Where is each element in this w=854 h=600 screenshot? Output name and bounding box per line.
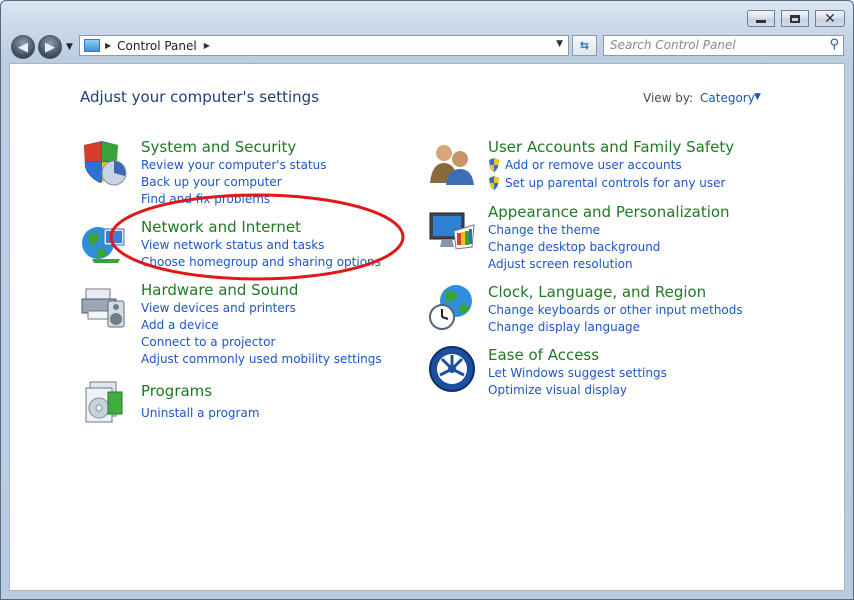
link-parental-controls[interactable]: Set up parental controls for any user — [505, 176, 725, 190]
view-by-label: View by: — [643, 91, 694, 105]
printer-speaker-icon[interactable] — [80, 281, 128, 329]
link-display-language[interactable]: Change display language — [488, 320, 640, 334]
link-optimize-display[interactable]: Optimize visual display — [488, 383, 627, 397]
breadcrumb-separator-icon[interactable]: ▶ — [105, 41, 111, 50]
breadcrumb-separator-icon[interactable]: ▶ — [204, 41, 210, 50]
search-icon[interactable]: ⚲ — [829, 37, 839, 52]
close-button[interactable]: ✕ — [815, 10, 845, 27]
category-system-security[interactable]: System and Security — [141, 138, 296, 156]
monitor-palette-icon[interactable] — [428, 207, 476, 255]
uac-shield-icon — [489, 176, 499, 190]
category-appearance[interactable]: Appearance and Personalization — [488, 203, 730, 221]
close-icon: ✕ — [824, 10, 836, 27]
user-accounts-icon[interactable] — [428, 139, 476, 187]
recent-pages-dropdown[interactable]: ▼ — [66, 42, 73, 52]
minimize-button[interactable] — [747, 10, 775, 27]
page-title: Adjust your computer's settings — [80, 88, 320, 106]
globe-clock-icon[interactable] — [428, 283, 476, 331]
link-screen-resolution[interactable]: Adjust screen resolution — [488, 257, 633, 271]
network-globe-icon[interactable] — [80, 219, 128, 267]
link-network-status[interactable]: View network status and tasks — [141, 238, 324, 252]
category-clock-language[interactable]: Clock, Language, and Region — [488, 283, 706, 301]
arrow-left-icon: ◀ — [18, 39, 28, 55]
view-by-dropdown[interactable]: Category — [700, 91, 755, 105]
address-bar[interactable]: ▶ Control Panel ▶ ▼ — [79, 35, 569, 56]
search-input[interactable]: Search Control Panel ⚲ — [603, 35, 844, 56]
shield-chart-icon[interactable] — [80, 139, 128, 187]
breadcrumb-control-panel[interactable]: Control Panel — [117, 39, 197, 53]
uac-shield-icon — [489, 158, 499, 172]
category-network-internet[interactable]: Network and Internet — [141, 218, 301, 236]
link-change-keyboards[interactable]: Change keyboards or other input methods — [488, 303, 743, 317]
programs-icon[interactable] — [80, 378, 128, 426]
category-programs[interactable]: Programs — [141, 382, 212, 400]
address-dropdown-icon[interactable]: ▼ — [556, 39, 563, 49]
maximize-button[interactable] — [781, 10, 809, 27]
link-change-theme[interactable]: Change the theme — [488, 223, 600, 237]
link-uninstall-program[interactable]: Uninstall a program — [141, 406, 260, 420]
ease-of-access-icon[interactable] — [428, 345, 476, 393]
link-connect-projector[interactable]: Connect to a projector — [141, 335, 275, 349]
refresh-icon: ⇆ — [579, 39, 590, 52]
category-ease-of-access[interactable]: Ease of Access — [488, 346, 599, 364]
link-back-up[interactable]: Back up your computer — [141, 175, 282, 189]
arrow-right-icon: ▶ — [45, 39, 55, 55]
link-add-remove-accounts[interactable]: Add or remove user accounts — [505, 158, 682, 172]
link-desktop-background[interactable]: Change desktop background — [488, 240, 660, 254]
link-suggest-settings[interactable]: Let Windows suggest settings — [488, 366, 667, 380]
forward-button[interactable]: ▶ — [38, 35, 62, 59]
link-devices-printers[interactable]: View devices and printers — [141, 301, 296, 315]
link-find-fix[interactable]: Find and fix problems — [141, 192, 270, 206]
category-user-accounts[interactable]: User Accounts and Family Safety — [488, 138, 734, 156]
category-hardware-sound[interactable]: Hardware and Sound — [141, 281, 298, 299]
control-panel-icon — [84, 39, 100, 52]
link-review-status[interactable]: Review your computer's status — [141, 158, 327, 172]
refresh-button[interactable]: ⇆ — [572, 35, 597, 56]
search-placeholder: Search Control Panel — [610, 38, 736, 52]
content-panel: Adjust your computer's settings View by:… — [9, 63, 845, 591]
link-homegroup-sharing[interactable]: Choose homegroup and sharing options — [141, 255, 381, 269]
back-button[interactable]: ◀ — [11, 35, 35, 59]
minimize-icon — [756, 20, 766, 23]
chevron-down-icon[interactable]: ▼ — [754, 92, 761, 102]
link-add-device[interactable]: Add a device — [141, 318, 219, 332]
maximize-icon — [790, 14, 800, 23]
link-mobility-settings[interactable]: Adjust commonly used mobility settings — [141, 352, 382, 366]
